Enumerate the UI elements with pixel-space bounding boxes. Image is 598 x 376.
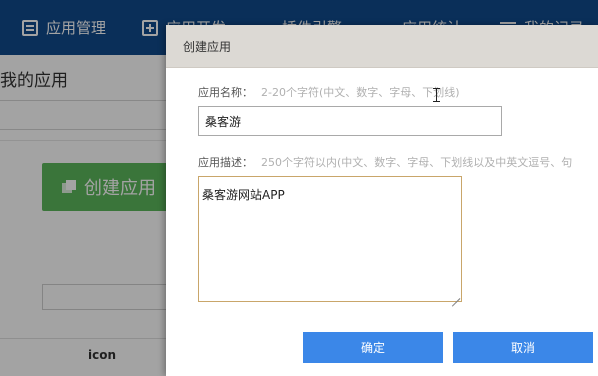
app-description-hint: 250个字符以内(中文、数字、字母、下划线以及中英文逗号、句 xyxy=(261,156,573,169)
app-name-input[interactable] xyxy=(198,106,502,136)
app-name-label-row: 应用名称： 2-20个字符(中文、数字、字母、下划线) xyxy=(198,84,460,100)
cancel-button[interactable]: 取消 xyxy=(453,332,593,363)
app-description-textarea[interactable]: 桑客游网站APP xyxy=(198,176,462,302)
dialog-header: 创建应用 xyxy=(166,25,598,68)
text-cursor-icon xyxy=(433,88,440,102)
dialog-title: 创建应用 xyxy=(183,39,232,54)
page: 应用管理 应用开发 插件引擎 应用统计 我的记录 我的应用 创建应用 icon … xyxy=(0,0,598,376)
app-name-hint: 2-20个字符(中文、数字、字母、下划线) xyxy=(261,86,460,99)
app-description-label-row: 应用描述： 250个字符以内(中文、数字、字母、下划线以及中英文逗号、句 xyxy=(198,154,572,170)
resize-grip-icon[interactable] xyxy=(451,291,460,300)
confirm-button[interactable]: 确定 xyxy=(303,332,443,363)
create-app-dialog: 创建应用 应用名称： 2-20个字符(中文、数字、字母、下划线) 应用描述： 250… xyxy=(166,25,598,376)
app-description-label: 应用描述： xyxy=(198,156,253,169)
app-name-label: 应用名称： xyxy=(198,86,253,99)
